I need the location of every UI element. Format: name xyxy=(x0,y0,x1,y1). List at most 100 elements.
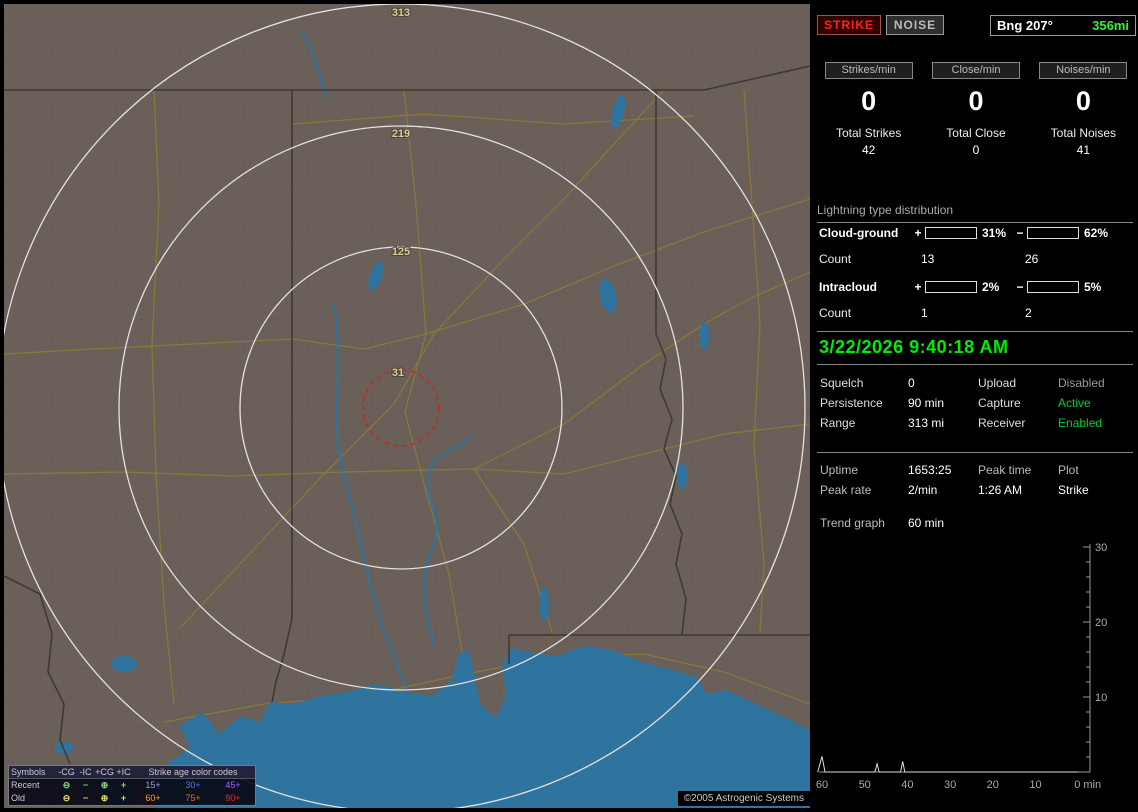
bearing-box: Bng 207° 356mi xyxy=(990,14,1136,36)
squelch-label: Squelch xyxy=(820,376,864,390)
peak-rate-value: 2/min xyxy=(908,483,938,497)
legend-old-label: Old xyxy=(11,793,26,803)
distribution-title: Lightning type distribution xyxy=(817,203,1133,223)
cloud-ground-row: Cloud-ground + 31% − 62% xyxy=(819,226,1115,240)
plus-sign: + xyxy=(914,226,922,240)
legend-symbols-header: Symbols xyxy=(11,767,46,777)
legend-col-neg-cg: -CG xyxy=(58,767,75,777)
legend-header: Symbols -CG -IC +CG +IC Strike age color… xyxy=(9,766,255,779)
noise-mode-button[interactable]: NOISE xyxy=(886,15,944,35)
receiver-label: Receiver xyxy=(978,416,1026,430)
mode-bar: STRIKE NOISE Bng 207° 356mi xyxy=(817,14,1136,36)
map-area[interactable]: 313 219 125 31 Symbols -CG -IC +CG +IC S… xyxy=(4,4,810,808)
map-copyright: ©2005 Astrogenic Systems xyxy=(677,791,810,806)
ring-label-31: 31 xyxy=(392,367,404,379)
total-close-label: Total Close xyxy=(946,126,1006,140)
divider xyxy=(817,331,1133,332)
trend-graph-span: 60 min xyxy=(908,516,945,530)
total-strikes-value: 42 xyxy=(861,143,876,157)
svg-text:30: 30 xyxy=(944,779,956,791)
old-pos-cg-icon: ⊕ xyxy=(100,793,109,803)
cg-plus-bar xyxy=(925,227,977,239)
x-axis-labels: 60 50 40 30 20 10 0 min xyxy=(816,779,1101,791)
legend-col-pos-cg: +CG xyxy=(95,767,114,777)
svg-text:10: 10 xyxy=(1029,779,1041,791)
svg-text:20: 20 xyxy=(1095,617,1107,629)
total-noises-value: 41 xyxy=(1076,143,1090,157)
age-code-90: 90+ xyxy=(225,793,241,803)
svg-text:60: 60 xyxy=(816,779,828,791)
old-neg-ic-icon: − xyxy=(82,793,89,803)
cg-minus-pct: 62% xyxy=(1084,226,1109,240)
recent-pos-cg-icon: ⊕ xyxy=(100,780,109,790)
recent-neg-ic-icon: − xyxy=(82,780,89,790)
ic-minus-bar xyxy=(1027,281,1079,293)
age-code-45: 45+ xyxy=(225,780,241,790)
legend-col-pos-ic: +IC xyxy=(116,767,131,777)
trend-graph-row: Trend graph 60 min xyxy=(820,516,944,530)
old-pos-ic-icon: + xyxy=(120,793,127,803)
strike-map[interactable]: 313 219 125 31 xyxy=(4,4,810,808)
y-axis-labels: 30 20 10 xyxy=(1095,542,1107,704)
receiver-status: Enabled xyxy=(1058,416,1103,430)
age-code-60: 60+ xyxy=(145,793,161,803)
strike-mode-button[interactable]: STRIKE xyxy=(817,15,881,35)
peak-rate-label: Peak rate xyxy=(820,483,872,497)
uptime-label: Uptime xyxy=(820,463,859,477)
system-clock: 3/22/2026 9:40:18 AM xyxy=(819,337,1009,357)
age-code-30: 30+ xyxy=(185,780,201,790)
plot-value: Strike xyxy=(1058,483,1089,497)
peak-time-value: 1:26 AM xyxy=(978,483,1023,497)
legend-col-neg-ic: -IC xyxy=(79,767,92,777)
plus-sign: + xyxy=(914,280,922,294)
noises-per-min-button[interactable]: Noises/min xyxy=(1039,62,1128,79)
legend-recent-label: Recent xyxy=(11,780,40,790)
count-label: Count xyxy=(819,306,852,320)
persistence-label: Persistence xyxy=(820,396,883,410)
squelch-value: 0 xyxy=(908,376,915,390)
ring-label-125: 125 xyxy=(392,246,410,258)
cg-minus-bar xyxy=(1027,227,1079,239)
upload-status: Disabled xyxy=(1058,376,1105,390)
y-axis-ticks xyxy=(1083,546,1090,758)
divider xyxy=(817,452,1133,453)
strikes-per-min-value: 0 xyxy=(861,86,877,116)
ic-plus-count: 1 xyxy=(921,306,928,320)
minus-sign: − xyxy=(1016,226,1024,240)
range-value: 313 mi xyxy=(908,416,945,430)
legend-age-header: Strike age color codes xyxy=(148,767,238,777)
intracloud-label: Intracloud xyxy=(819,280,878,294)
legend-old-row: Old ⊖ − ⊕ + 60+ 75+ 90+ xyxy=(9,792,255,805)
age-code-75: 75+ xyxy=(185,793,201,803)
intracloud-row: Intracloud + 2% − 5% xyxy=(819,280,1115,294)
trend-graph: 30 20 10 60 50 40 30 20 10 0 min xyxy=(816,542,1107,791)
persistence-value: 90 min xyxy=(908,396,945,410)
intracloud-count-row: Count 1 2 xyxy=(819,306,1032,320)
bearing-distance: 356mi xyxy=(1092,17,1129,33)
total-strikes-label: Total Strikes xyxy=(835,126,902,140)
range-label: Range xyxy=(820,416,856,430)
age-code-15: 15+ xyxy=(145,780,161,790)
bearing-value: Bng 207° xyxy=(997,17,1053,33)
settings-section: Squelch 0 Upload Disabled Persistence 90… xyxy=(820,376,1136,430)
rates-section: Strikes/min Close/min Noises/min 0 0 0 T… xyxy=(815,62,1137,157)
ring-label-219: 219 xyxy=(392,128,410,140)
svg-text:40: 40 xyxy=(901,779,913,791)
svg-text:0 min: 0 min xyxy=(1074,779,1101,791)
total-close-value: 0 xyxy=(972,143,980,157)
legend-recent-row: Recent ⊖ − ⊕ + 15+ 30+ 45+ xyxy=(9,779,255,792)
total-noises-label: Total Noises xyxy=(1050,126,1117,140)
status-panel: STRIKE NOISE Bng 207° 356mi Strikes/min … xyxy=(815,0,1138,812)
capture-label: Capture xyxy=(978,396,1021,410)
uptime-value: 1653:25 xyxy=(908,463,952,477)
stats-section: Uptime 1653:25 Peak time Plot Peak rate … xyxy=(820,463,1136,497)
strikes-per-min-button[interactable]: Strikes/min xyxy=(824,62,913,79)
ring-label-313: 313 xyxy=(392,7,410,19)
recent-pos-ic-icon: + xyxy=(120,780,127,790)
close-per-min-button[interactable]: Close/min xyxy=(931,62,1020,79)
divider xyxy=(817,364,1133,365)
old-neg-cg-icon: ⊖ xyxy=(62,793,71,803)
close-per-min-value: 0 xyxy=(968,86,984,116)
noises-per-min-value: 0 xyxy=(1075,86,1091,116)
recent-neg-cg-icon: ⊖ xyxy=(62,780,71,790)
